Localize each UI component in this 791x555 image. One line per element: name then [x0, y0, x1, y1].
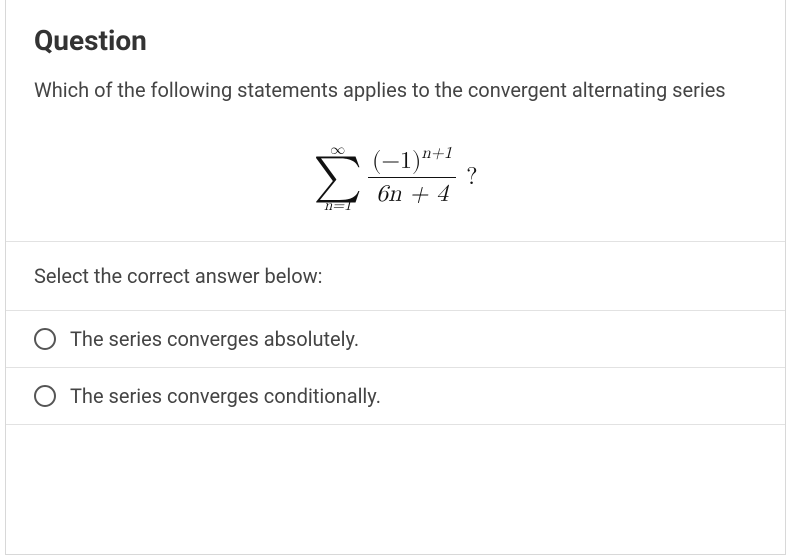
answer-instruction: Select the correct answer below: [6, 242, 785, 311]
option-a[interactable]: The series converges absolutely. [6, 311, 785, 368]
denominator: 6n + 4 [368, 177, 456, 207]
sigma-icon: ∑ [313, 157, 362, 198]
trailing-question-mark: ? [466, 163, 477, 192]
numerator-base: (−1) [372, 149, 421, 173]
math-formula: ∞ ∑ n=1 (−1)n+1 6n + 4 ? [6, 123, 785, 241]
numerator-exponent: n+1 [421, 145, 452, 162]
radio-icon [34, 328, 56, 350]
option-b[interactable]: The series converges conditionally. [6, 368, 785, 425]
option-a-label: The series converges absolutely. [70, 327, 359, 351]
option-b-label: The series converges conditionally. [70, 384, 381, 408]
fraction: (−1)n+1 6n + 4 [368, 148, 456, 207]
question-prompt: Which of the following statements applie… [34, 75, 757, 105]
question-header: Question Which of the following statemen… [6, 0, 785, 123]
question-card: Question Which of the following statemen… [5, 0, 786, 555]
summation-symbol: ∞ ∑ n=1 [313, 142, 362, 213]
numerator: (−1)n+1 [368, 148, 456, 176]
sum-lower-bound: n=1 [324, 198, 352, 213]
question-title: Question [34, 24, 757, 57]
radio-icon [34, 385, 56, 407]
